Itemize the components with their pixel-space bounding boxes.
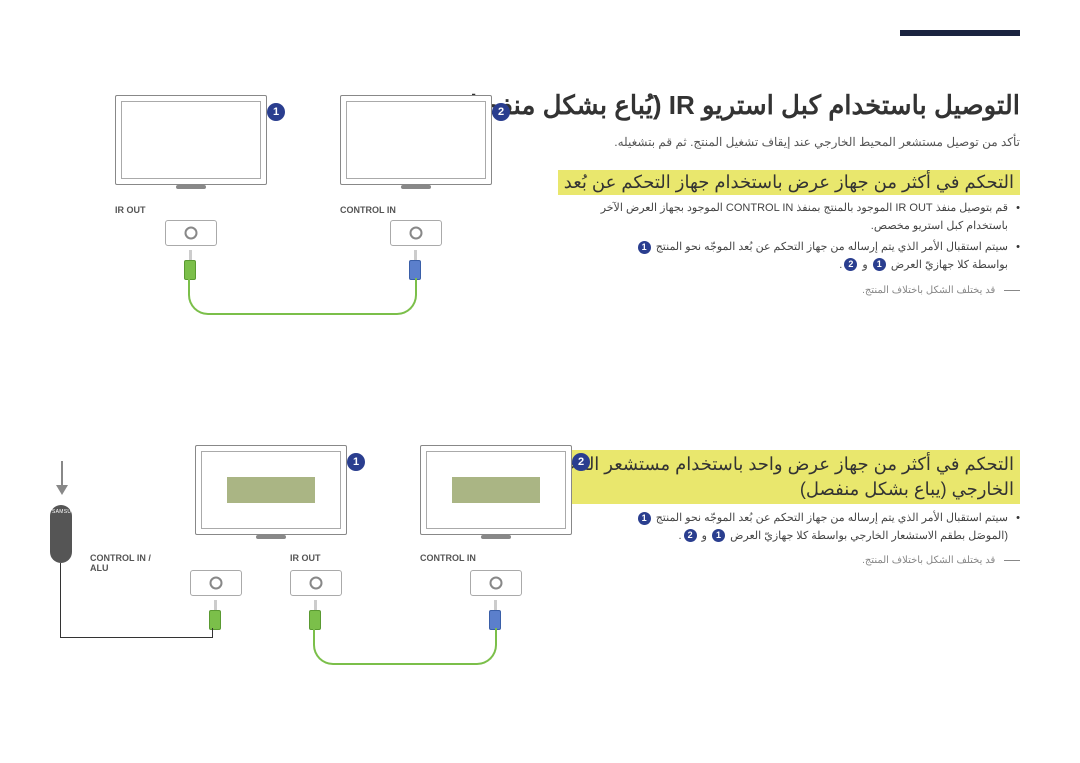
plug-body bbox=[184, 260, 196, 280]
ir-out-label: IR OUT bbox=[115, 205, 146, 215]
badge-2: 2 bbox=[492, 103, 510, 121]
port-ir-out bbox=[165, 220, 217, 246]
cable-black-segment bbox=[60, 563, 61, 638]
cable-black-segment bbox=[212, 628, 213, 638]
bullet-text-part: و bbox=[862, 259, 867, 271]
monitor-screen bbox=[426, 451, 566, 529]
plug-body bbox=[209, 610, 221, 630]
section2-note: قد يختلف الشكل باختلاف المنتج. bbox=[862, 555, 1020, 566]
section1-bullets: قم بتوصيل منفذ IR OUT الموجود بالمنتج بم… bbox=[600, 200, 1020, 278]
plug-green bbox=[305, 600, 325, 630]
note-text: قد يختلف الشكل باختلاف المنتج. bbox=[862, 555, 995, 566]
note-dash-icon bbox=[1004, 560, 1020, 561]
diagram-2: SAMSUNG 1 2 CONTROL IN / ALU IR OUT CONT… bbox=[60, 445, 590, 675]
control-in-label: CONTROL IN bbox=[420, 553, 476, 563]
monitor-stand bbox=[481, 535, 511, 539]
arrow-down-icon bbox=[50, 459, 74, 499]
bullet-item: سيتم استقبال الأمر الذي يتم إرساله من جه… bbox=[600, 239, 1020, 274]
bullet-text-part: سيتم استقبال الأمر الذي يتم إرساله من جه… bbox=[656, 512, 1008, 524]
plug-tip bbox=[314, 600, 317, 610]
header-accent-bar bbox=[900, 30, 1020, 36]
bullet-text-part: سيتم استقبال الأمر الذي يتم إرساله من جه… bbox=[656, 241, 1008, 253]
monitor-2 bbox=[340, 95, 492, 185]
control-in-alu-label: CONTROL IN / ALU bbox=[90, 553, 151, 573]
note-text: قد يختلف الشكل باختلاف المنتج. bbox=[862, 285, 995, 296]
cable-segment bbox=[313, 628, 497, 665]
badge-1-inline: 1 bbox=[638, 241, 651, 254]
plug-body bbox=[309, 610, 321, 630]
section2-header-line1: التحكم في أكثر من جهاز عرض واحد باستخدام… bbox=[544, 452, 1014, 477]
screen-content bbox=[452, 477, 540, 503]
plug-body bbox=[489, 610, 501, 630]
plug-body bbox=[409, 260, 421, 280]
plug-tip bbox=[214, 600, 217, 610]
section2-header: التحكم في أكثر من جهاز عرض واحد باستخدام… bbox=[538, 450, 1020, 504]
section2-bullets: سيتم استقبال الأمر الذي يتم إرساله من جه… bbox=[600, 510, 1020, 549]
plug-tip bbox=[189, 250, 192, 260]
monitor-screen bbox=[346, 101, 486, 179]
ir-out-label: IR OUT bbox=[290, 553, 321, 563]
jack-hole bbox=[410, 227, 423, 240]
control-in-label: CONTROL IN bbox=[340, 205, 396, 215]
jack-hole bbox=[490, 577, 503, 590]
plug-blue bbox=[485, 600, 505, 630]
plug-blue bbox=[405, 250, 425, 280]
monitor-stand bbox=[256, 535, 286, 539]
sensor-brand-label: SAMSUNG bbox=[52, 509, 79, 515]
plug-green bbox=[180, 250, 200, 280]
plug-green bbox=[205, 600, 225, 630]
diagram-1: 1 2 IR OUT CONTROL IN bbox=[60, 95, 510, 325]
jack-hole bbox=[185, 227, 198, 240]
badge-1-inline: 1 bbox=[873, 258, 886, 271]
monitor-stand bbox=[176, 185, 206, 189]
port-control-in bbox=[470, 570, 522, 596]
plug-tip bbox=[414, 250, 417, 260]
page-subtitle: تأكد من توصيل مستشعر المحيط الخارجي عند … bbox=[614, 135, 1020, 149]
monitor-screen bbox=[201, 451, 341, 529]
section2-header-line2: الخارجي (يباع بشكل منفصل) bbox=[544, 477, 1014, 502]
badge-1: 1 bbox=[267, 103, 285, 121]
note-dash-icon bbox=[1004, 290, 1020, 291]
port-control-in-alu bbox=[190, 570, 242, 596]
badge-1: 1 bbox=[347, 453, 365, 471]
badge-1-inline: 1 bbox=[638, 512, 651, 525]
badge-2-inline: 2 bbox=[844, 258, 857, 271]
bullet-item: قم بتوصيل منفذ IR OUT الموجود بالمنتج بم… bbox=[600, 200, 1020, 235]
cable-black-segment bbox=[60, 637, 213, 638]
plug-tip bbox=[494, 600, 497, 610]
port-ir-out bbox=[290, 570, 342, 596]
monitor-1 bbox=[115, 95, 267, 185]
jack-hole bbox=[210, 577, 223, 590]
bullet-text-part: (الموصَل بطقم الاستشعار الخارجي بواسطة ك… bbox=[730, 530, 1008, 542]
bullet-text: قم بتوصيل منفذ IR OUT الموجود بالمنتج بم… bbox=[601, 202, 1008, 232]
cable-segment bbox=[188, 278, 417, 315]
bullet-item: سيتم استقبال الأمر الذي يتم إرساله من جه… bbox=[600, 510, 1020, 545]
monitor-screen bbox=[121, 101, 261, 179]
page-title: التوصيل باستخدام كبل استريو IR (يُباع بش… bbox=[450, 90, 1020, 121]
monitor-stand bbox=[401, 185, 431, 189]
screen-content bbox=[227, 477, 315, 503]
monitor-1 bbox=[195, 445, 347, 535]
badge-1-inline: 1 bbox=[712, 529, 725, 542]
jack-hole bbox=[310, 577, 323, 590]
external-sensor: SAMSUNG bbox=[50, 505, 72, 563]
monitor-2 bbox=[420, 445, 572, 535]
badge-2-inline: 2 bbox=[684, 529, 697, 542]
section1-note: قد يختلف الشكل باختلاف المنتج. bbox=[862, 285, 1020, 296]
bullet-text-part: بواسطة كلا جهازيّ العرض bbox=[891, 259, 1008, 271]
section1-header: التحكم في أكثر من جهاز عرض باستخدام جهاز… bbox=[558, 170, 1020, 195]
bullet-text-part: و bbox=[702, 530, 707, 542]
badge-2: 2 bbox=[572, 453, 590, 471]
port-control-in bbox=[390, 220, 442, 246]
